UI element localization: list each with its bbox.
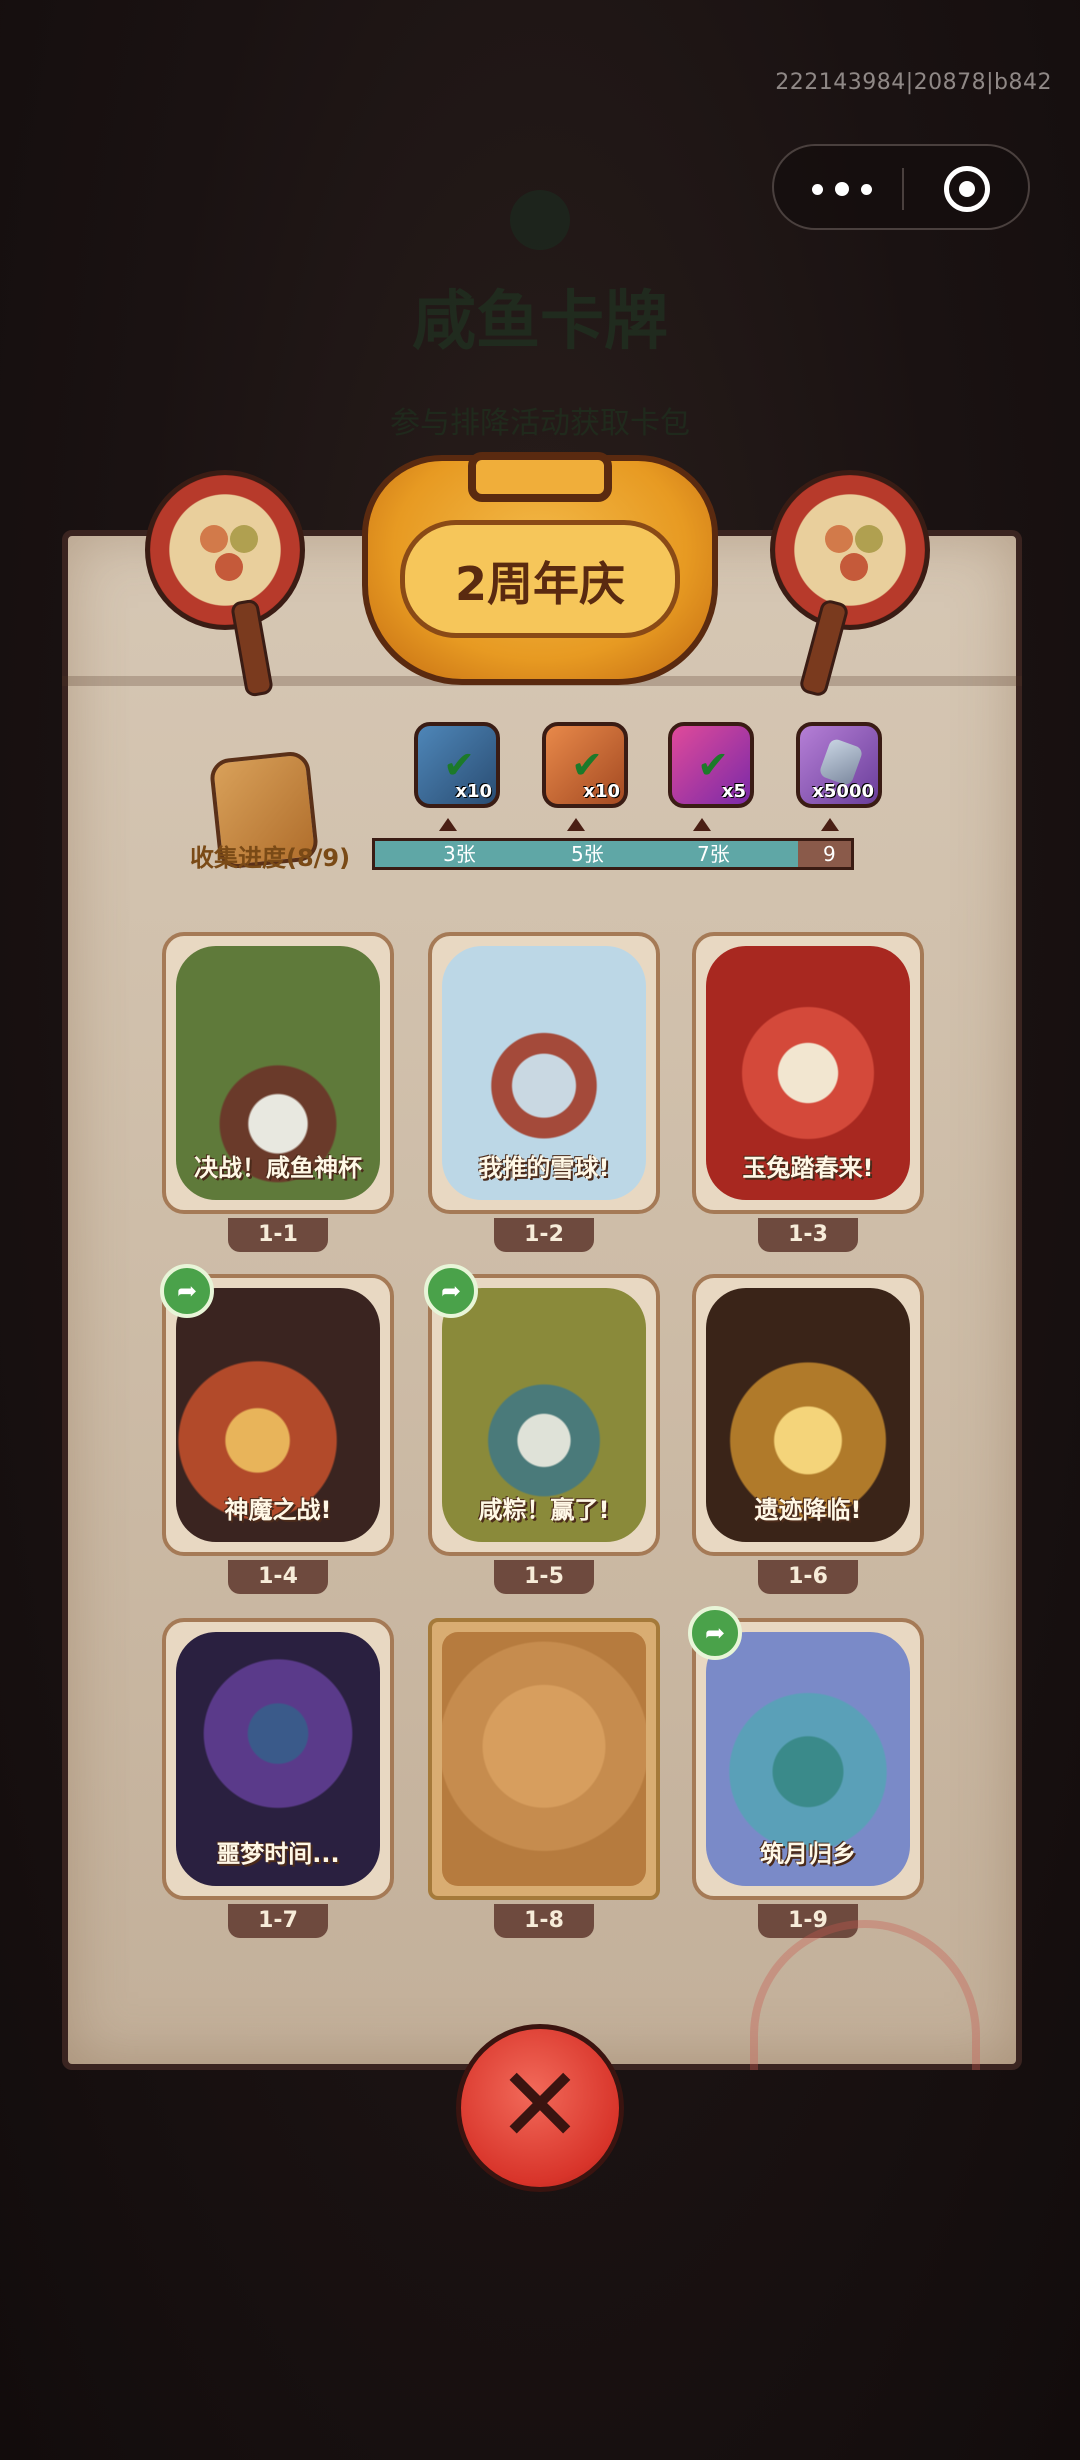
reward-9-cards[interactable]: x5000: [796, 722, 882, 808]
share-icon[interactable]: ➦: [160, 1264, 214, 1318]
card-number: 1-6: [758, 1560, 858, 1594]
collection-progress-label: 收集进度(8/9): [190, 844, 351, 872]
drum-left-icon: [145, 470, 305, 630]
reward-3-cards[interactable]: ✔ x10: [414, 722, 500, 808]
close-icon: ✕: [496, 2044, 584, 2166]
card-collection-screen: 222143984|20878|b842 咸鱼卡牌 参与排降活动获取卡包 2周年…: [0, 0, 1080, 2460]
milestone-marker: [439, 818, 457, 831]
share-icon[interactable]: ➦: [688, 1606, 742, 1660]
drum-right-icon: [770, 470, 930, 630]
card-title: 决战！咸鱼神杯: [194, 1154, 362, 1182]
mini-program-capsule: [772, 144, 1030, 230]
card-title: 噩梦时间...: [216, 1840, 340, 1868]
reward-7-cards[interactable]: ✔ x5: [668, 722, 754, 808]
capsule-divider: [902, 168, 904, 210]
share-icon[interactable]: ➦: [424, 1264, 478, 1318]
card-1-7[interactable]: 噩梦时间... 1-7: [162, 1618, 394, 1938]
reward-5-cards[interactable]: ✔ x10: [542, 722, 628, 808]
target-circle-icon[interactable]: [944, 166, 990, 212]
milestone-marker: [821, 818, 839, 831]
card-1-9[interactable]: 筑月归乡 1-9: [692, 1618, 924, 1938]
card-1-8-locked[interactable]: 1-8: [428, 1618, 660, 1938]
background-emblem-icon: [510, 190, 570, 250]
card-number: 1-2: [494, 1218, 594, 1252]
card-title: 神魔之战!: [224, 1496, 332, 1524]
card-number: 1-7: [228, 1904, 328, 1938]
card-number: 1-5: [494, 1560, 594, 1594]
plaque-handle: [468, 452, 612, 502]
reward-count: x10: [455, 781, 492, 802]
milestone-label: 9张: [823, 842, 836, 866]
card-1-2[interactable]: 我推的雪球! 1-2: [428, 932, 660, 1252]
background-subtitle: 参与排降活动获取卡包: [390, 406, 690, 441]
card-title: 筑月归乡: [760, 1840, 856, 1868]
reward-count: x5000: [812, 781, 874, 802]
card-1-4[interactable]: 神魔之战! 1-4: [162, 1274, 394, 1594]
card-silhouette: [442, 1632, 646, 1886]
crystal-icon: [818, 737, 864, 787]
card-1-6[interactable]: 遗迹降临! 1-6: [692, 1274, 924, 1594]
card-number: 1-3: [758, 1218, 858, 1252]
milestone-label: 5张: [571, 842, 604, 866]
card-number: 1-8: [494, 1904, 594, 1938]
milestone-label: 7张: [697, 842, 730, 866]
background-title: 咸鱼卡牌: [412, 285, 668, 359]
card-title: 遗迹降临!: [754, 1496, 862, 1524]
close-button[interactable]: ✕: [456, 2024, 624, 2192]
card-number: 1-4: [228, 1560, 328, 1594]
card-title: 咸粽！赢了!: [478, 1496, 610, 1524]
card-number: 1-1: [228, 1218, 328, 1252]
milestone-marker: [567, 818, 585, 831]
collection-progress-bar: 3张 5张 7张 9张: [372, 838, 854, 870]
milestone-label: 3张: [443, 842, 476, 866]
anniversary-title: 2周年庆: [454, 557, 625, 611]
reward-count: x5: [721, 781, 746, 802]
more-dots-icon[interactable]: [812, 172, 872, 206]
reward-count: x10: [583, 781, 620, 802]
user-id-label: 222143984|20878|b842: [775, 70, 1052, 95]
card-1-5[interactable]: 咸粽！赢了! 1-5: [428, 1274, 660, 1594]
card-1-3[interactable]: 玉兔踏春来! 1-3: [692, 932, 924, 1252]
card-title: 我推的雪球!: [478, 1154, 610, 1182]
card-title: 玉兔踏春来!: [742, 1154, 874, 1182]
milestone-marker: [693, 818, 711, 831]
card-1-1[interactable]: 决战！咸鱼神杯 1-1: [162, 932, 394, 1252]
